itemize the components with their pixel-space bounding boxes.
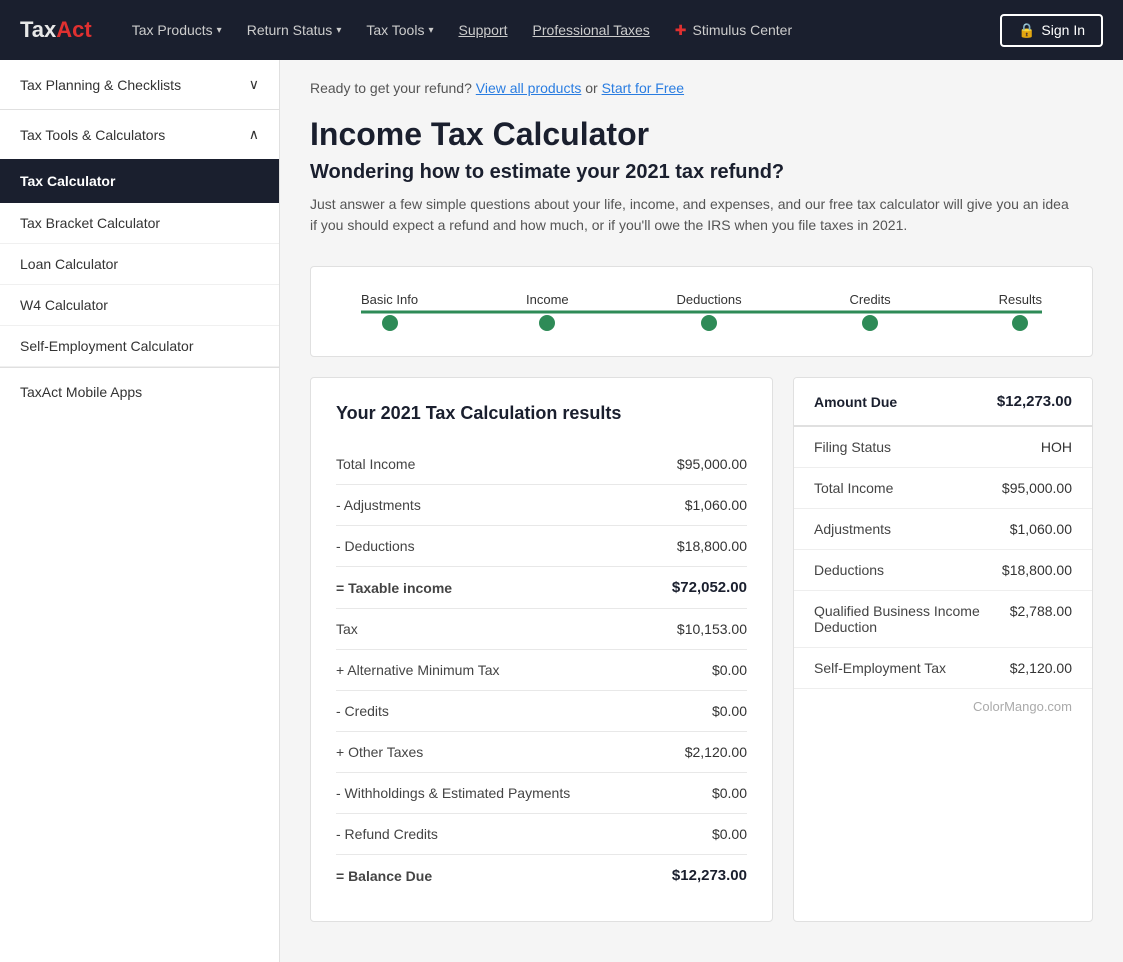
summary-qbi-deduction: Qualified Business Income Deduction $2,7… (794, 591, 1092, 648)
page-description: Just answer a few simple questions about… (310, 194, 1070, 236)
sidebar-tools-label: Tax Tools & Calculators (20, 127, 165, 143)
sidebar: Tax Planning & Checklists ∨ Tax Tools & … (0, 60, 280, 962)
logo-tax: Tax (20, 17, 56, 43)
sidebar-item-w4[interactable]: W4 Calculator (0, 285, 279, 326)
chevron-down-icon: ∨ (249, 76, 259, 93)
result-refund-credits: - Refund Credits $0.00 (336, 814, 747, 855)
results-main-card: Your 2021 Tax Calculation results Total … (310, 377, 773, 922)
result-tax: Tax $10,153.00 (336, 609, 747, 650)
nav-tax-tools[interactable]: Tax Tools ▾ (356, 14, 443, 46)
summary-header: Amount Due $12,273.00 (794, 378, 1092, 427)
step-income[interactable]: Income (526, 292, 569, 331)
summary-amount-due-label: Amount Due (814, 394, 897, 410)
result-adjustments: - Adjustments $1,060.00 (336, 485, 747, 526)
result-balance-due: = Balance Due $12,273.00 (336, 855, 747, 896)
main-layout: Tax Planning & Checklists ∨ Tax Tools & … (0, 60, 1123, 962)
sidebar-header-tools[interactable]: Tax Tools & Calculators ∧ (0, 110, 279, 159)
sidebar-planning-label: Tax Planning & Checklists (20, 77, 181, 93)
page-subtitle: Wondering how to estimate your 2021 tax … (310, 161, 1093, 184)
nav-professional-taxes[interactable]: Professional Taxes (523, 14, 660, 46)
result-other-taxes: + Other Taxes $2,120.00 (336, 732, 747, 773)
step-basic-info[interactable]: Basic Info (361, 292, 418, 331)
start-for-free-link[interactable]: Start for Free (602, 80, 684, 96)
logo-act: Act (56, 17, 91, 43)
refund-banner: Ready to get your refund? View all produ… (310, 80, 1093, 96)
watermark: ColorMango.com (794, 689, 1092, 724)
summary-self-employment-tax: Self-Employment Tax $2,120.00 (794, 648, 1092, 689)
signin-button[interactable]: 🔒 Sign In (1000, 14, 1103, 47)
progress-steps: Basic Info Income Deductions Credits (361, 292, 1042, 331)
step-deductions[interactable]: Deductions (677, 292, 742, 331)
step-results[interactable]: Results (999, 292, 1042, 331)
results-layout: Your 2021 Tax Calculation results Total … (310, 377, 1093, 922)
result-credits: - Credits $0.00 (336, 691, 747, 732)
sidebar-item-mobile-apps[interactable]: TaxAct Mobile Apps (0, 368, 279, 416)
step-dot (382, 315, 398, 331)
sidebar-item-loan[interactable]: Loan Calculator (0, 244, 279, 285)
step-credits[interactable]: Credits (850, 292, 891, 331)
summary-filing-status: Filing Status HOH (794, 427, 1092, 468)
summary-total-income: Total Income $95,000.00 (794, 468, 1092, 509)
nav-return-status[interactable]: Return Status ▾ (237, 14, 352, 46)
result-alt-min-tax: + Alternative Minimum Tax $0.00 (336, 650, 747, 691)
chevron-down-icon: ▾ (336, 25, 341, 36)
step-dot (539, 315, 555, 331)
nav-stimulus-center[interactable]: ✚ Stimulus Center (665, 14, 802, 47)
summary-adjustments: Adjustments $1,060.00 (794, 509, 1092, 550)
sidebar-section-tools: Tax Tools & Calculators ∧ Tax Calculator… (0, 110, 279, 368)
progress-track: Basic Info Income Deductions Credits (361, 292, 1042, 331)
nav-support[interactable]: Support (448, 14, 517, 46)
logo[interactable]: TaxAct (20, 17, 92, 43)
lock-icon: 🔒 (1018, 22, 1035, 39)
progress-section: Basic Info Income Deductions Credits (310, 266, 1093, 357)
view-all-products-link[interactable]: View all products (476, 80, 582, 96)
sidebar-active-item[interactable]: Tax Calculator (0, 159, 279, 203)
results-title: Your 2021 Tax Calculation results (336, 403, 747, 424)
sidebar-item-tax-bracket[interactable]: Tax Bracket Calculator (0, 203, 279, 244)
summary-amount-due-value: $12,273.00 (997, 393, 1072, 410)
sidebar-header-planning[interactable]: Tax Planning & Checklists ∨ (0, 60, 279, 109)
navbar: TaxAct Tax Products ▾ Return Status ▾ Ta… (0, 0, 1123, 60)
result-deductions: - Deductions $18,800.00 (336, 526, 747, 567)
chevron-down-icon: ▾ (428, 25, 433, 36)
step-dot (862, 315, 878, 331)
step-dot (1012, 315, 1028, 331)
main-content: Ready to get your refund? View all produ… (280, 60, 1123, 962)
nav-links: Tax Products ▾ Return Status ▾ Tax Tools… (122, 14, 1000, 47)
page-title: Income Tax Calculator (310, 116, 1093, 153)
chevron-down-icon: ▾ (217, 25, 222, 36)
sidebar-section-planning: Tax Planning & Checklists ∨ (0, 60, 279, 110)
chevron-up-icon: ∧ (249, 126, 259, 143)
summary-deductions: Deductions $18,800.00 (794, 550, 1092, 591)
red-cross-icon: ✚ (675, 22, 687, 39)
result-taxable-income: = Taxable income $72,052.00 (336, 567, 747, 609)
sidebar-item-self-employment[interactable]: Self-Employment Calculator (0, 326, 279, 367)
result-total-income: Total Income $95,000.00 (336, 444, 747, 485)
step-dot (701, 315, 717, 331)
summary-card: Amount Due $12,273.00 Filing Status HOH … (793, 377, 1093, 922)
nav-tax-products[interactable]: Tax Products ▾ (122, 14, 232, 46)
result-withholdings: - Withholdings & Estimated Payments $0.0… (336, 773, 747, 814)
